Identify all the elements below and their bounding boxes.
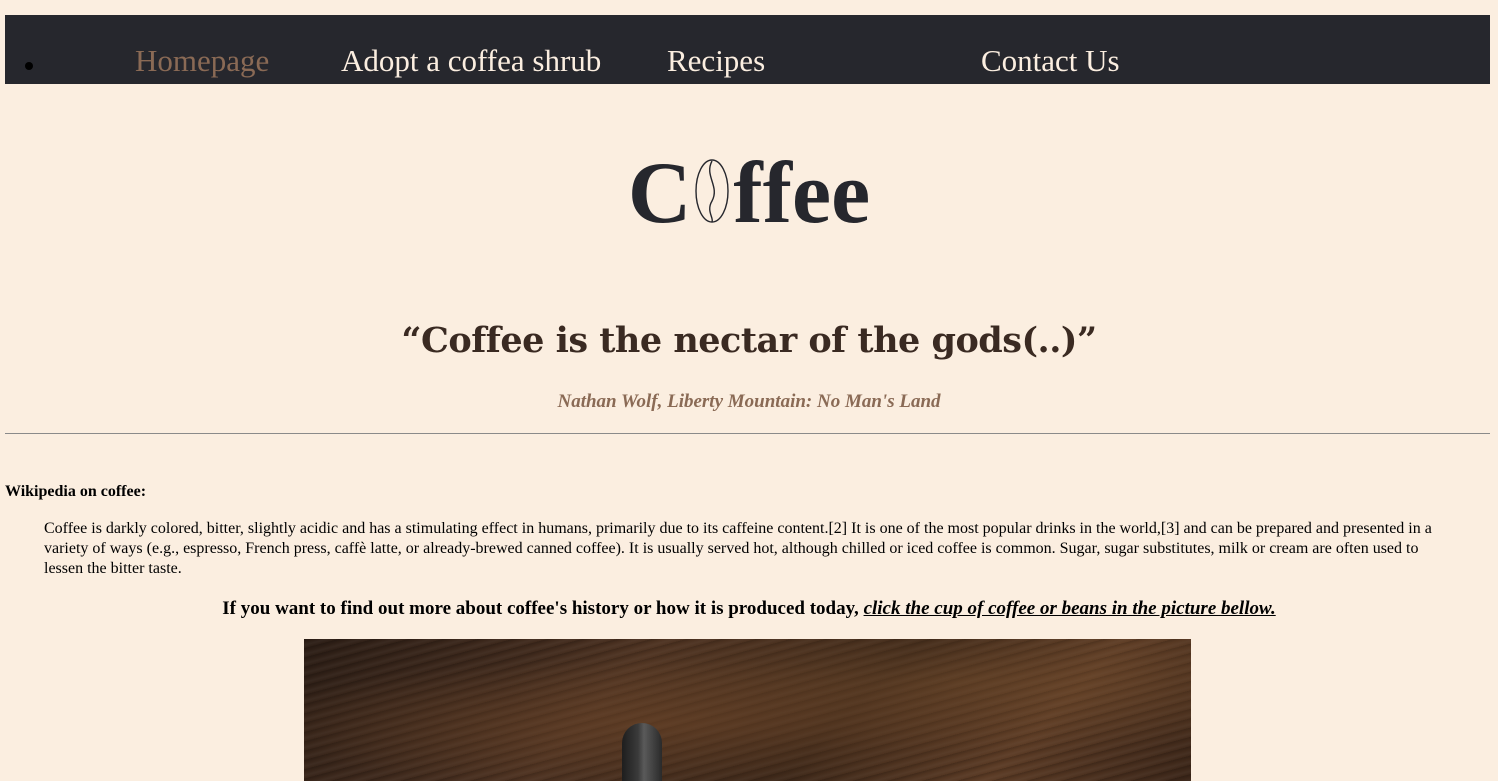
more-info-link[interactable]: click the cup of coffee or beans in the … [864,598,1276,619]
wikipedia-heading: Wikipedia on coffee: [5,483,147,500]
wikipedia-text: Coffee is darkly colored, bitter, slight… [44,520,1432,577]
logo-prefix: C [627,145,692,242]
page: Homepage Adopt a coffea shrub Recipes Co… [0,0,1498,781]
divider [5,433,1490,434]
nav-item-homepage[interactable]: Homepage [135,45,269,76]
nav-item-adopt[interactable]: Adopt a coffea shrub [341,45,601,76]
coffee-photo[interactable] [304,639,1191,781]
quote-attribution: Nathan Wolf, Liberty Mountain: No Man's … [557,391,941,412]
coffee-bean-icon [695,159,730,223]
top-navigation: Homepage Adopt a coffea shrub Recipes Co… [5,15,1490,84]
nav-bullet [25,62,33,70]
quote-text: “Coffee is the nectar of the gods(..)” [401,320,1097,361]
logo-suffix: ffee [733,145,871,242]
more-info-text: If you want to find out more about coffe… [222,598,864,619]
coffee-cup-icon[interactable] [622,723,662,781]
nav-item-contact[interactable]: Contact Us [981,45,1120,76]
site-logo: C ffee [0,150,1498,238]
nav-item-recipes[interactable]: Recipes [667,45,765,76]
more-info-line: If you want to find out more about coffe… [0,598,1498,620]
